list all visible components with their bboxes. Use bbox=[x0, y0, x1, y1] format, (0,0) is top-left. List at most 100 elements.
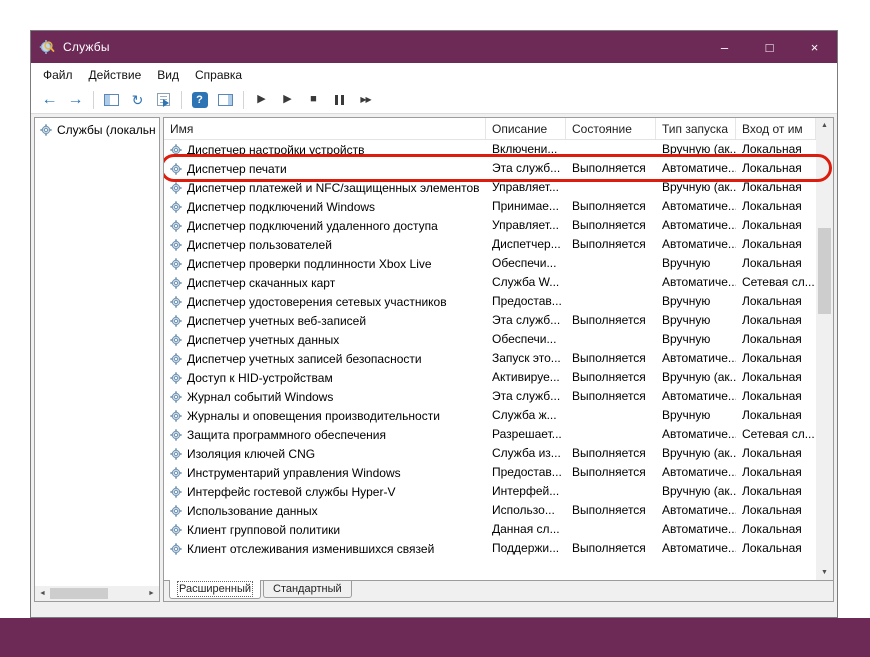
vertical-scrollbar[interactable]: ▲ ▼ bbox=[816, 118, 833, 580]
maximize-button[interactable]: □ bbox=[747, 31, 792, 63]
service-row[interactable]: Клиент отслеживания изменившихся связей … bbox=[164, 539, 816, 558]
service-name-cell[interactable]: Интерфейс гостевой службы Hyper-V bbox=[164, 482, 486, 501]
service-row[interactable]: Диспетчер пользователей Диспетчер... Вып… bbox=[164, 235, 816, 254]
service-name: Инструментарий управления Windows bbox=[187, 465, 401, 480]
taskbar-band[interactable] bbox=[0, 618, 870, 657]
service-name: Защита программного обеспечения bbox=[187, 427, 386, 442]
service-row[interactable]: Диспетчер печати Эта служб... Выполняетс… bbox=[164, 154, 832, 182]
menu-item[interactable]: Справка bbox=[187, 65, 250, 85]
properties-button[interactable] bbox=[213, 88, 238, 111]
service-row[interactable]: Доступ к HID-устройствам Активируе... Вы… bbox=[164, 368, 816, 387]
column-header[interactable]: Тип запуска bbox=[656, 118, 736, 139]
service-name-cell[interactable]: Инструментарий управления Windows bbox=[164, 463, 486, 482]
service-row[interactable]: Диспетчер платежей и NFC/защищенных элем… bbox=[164, 178, 816, 197]
close-button[interactable]: × bbox=[792, 31, 837, 63]
menu-item[interactable]: Действие bbox=[81, 65, 150, 85]
service-row[interactable]: Диспетчер подключений Windows Принимае..… bbox=[164, 197, 816, 216]
service-row[interactable]: Диспетчер подключений удаленного доступа… bbox=[164, 216, 816, 235]
scroll-left-icon[interactable]: ◄ bbox=[35, 586, 50, 601]
service-name-cell[interactable]: Клиент отслеживания изменившихся связей bbox=[164, 539, 486, 558]
service-gear-icon bbox=[170, 352, 182, 365]
service-row[interactable]: Диспетчер учетных веб-записей Эта служб.… bbox=[164, 311, 816, 330]
service-description: Служба W... bbox=[492, 275, 560, 289]
service-description: Предостав... bbox=[492, 294, 562, 308]
service-row[interactable]: Диспетчер удостоверения сетевых участник… bbox=[164, 292, 816, 311]
service-gear-icon bbox=[170, 485, 182, 498]
scrollbar-thumb[interactable] bbox=[50, 588, 109, 599]
service-row[interactable]: Интерфейс гостевой службы Hyper-V Интерф… bbox=[164, 482, 816, 501]
tree-item-services-local[interactable]: Службы (локальн bbox=[35, 121, 159, 139]
show-console-tree-button[interactable] bbox=[99, 88, 124, 111]
service-row[interactable]: Диспетчер настройки устройств Включени..… bbox=[164, 140, 816, 159]
toolbar-separator bbox=[181, 90, 182, 109]
scrollbar-thumb[interactable] bbox=[818, 228, 831, 314]
service-row[interactable]: Изоляция ключей CNG Служба из... Выполня… bbox=[164, 444, 816, 463]
scroll-up-icon[interactable]: ▲ bbox=[816, 118, 833, 133]
service-name-cell[interactable]: Доступ к HID-устройствам bbox=[164, 368, 486, 387]
service-row[interactable]: Диспетчер проверки подлинности Xbox Live… bbox=[164, 254, 816, 273]
service-startup-type: Автоматиче... bbox=[662, 199, 736, 213]
service-name-cell[interactable]: Журнал событий Windows bbox=[164, 387, 486, 406]
service-gear-icon bbox=[170, 504, 182, 517]
refresh-button[interactable]: ↻ bbox=[125, 88, 150, 111]
service-gear-icon bbox=[170, 371, 182, 384]
service-logon-as: Локальная bbox=[742, 142, 802, 156]
menu-item[interactable]: Вид bbox=[149, 65, 187, 85]
back-button[interactable]: ← bbox=[37, 88, 62, 111]
column-header[interactable]: Вход от им bbox=[736, 118, 816, 139]
service-name-cell[interactable]: Клиент групповой политики bbox=[164, 520, 486, 539]
service-row[interactable]: Журнал событий Windows Эта служб... Выпо… bbox=[164, 387, 816, 406]
service-name-cell[interactable]: Диспетчер печати bbox=[164, 159, 486, 178]
service-name-cell[interactable]: Защита программного обеспечения bbox=[164, 425, 486, 444]
service-name-cell[interactable]: Диспетчер учетных данных bbox=[164, 330, 486, 349]
service-name-cell[interactable]: Диспетчер пользователей bbox=[164, 235, 486, 254]
service-name-cell[interactable]: Диспетчер подключений удаленного доступа bbox=[164, 216, 486, 235]
service-name-cell[interactable]: Диспетчер удостоверения сетевых участник… bbox=[164, 292, 486, 311]
scrollbar-track[interactable] bbox=[50, 586, 144, 601]
sidebar-horizontal-scrollbar[interactable]: ◄ ► bbox=[35, 586, 159, 601]
view-tab[interactable]: Стандартный bbox=[263, 581, 352, 598]
resume-service-button[interactable]: ▶ bbox=[275, 88, 300, 111]
scroll-right-icon[interactable]: ► bbox=[144, 586, 159, 601]
service-gear-icon bbox=[170, 523, 182, 536]
service-name-cell[interactable]: Диспетчер учетных записей безопасности bbox=[164, 349, 486, 368]
scroll-down-icon[interactable]: ▼ bbox=[816, 565, 833, 580]
service-name-cell[interactable]: Диспетчер настройки устройств bbox=[164, 140, 486, 159]
service-name-cell[interactable]: Диспетчер проверки подлинности Xbox Live bbox=[164, 254, 486, 273]
service-row[interactable]: Журналы и оповещения производительности … bbox=[164, 406, 816, 425]
view-tab[interactable]: Расширенный bbox=[169, 580, 261, 599]
menu-item[interactable]: Файл bbox=[35, 65, 81, 85]
scrollbar-track[interactable] bbox=[816, 133, 833, 565]
service-row[interactable]: Защита программного обеспечения Разрешае… bbox=[164, 425, 816, 444]
pause-service-button[interactable] bbox=[327, 88, 352, 111]
service-row[interactable]: Клиент групповой политики Данная сл... А… bbox=[164, 520, 816, 539]
service-name-cell[interactable]: Диспетчер подключений Windows bbox=[164, 197, 486, 216]
forward-button[interactable]: → bbox=[63, 88, 88, 111]
service-row[interactable]: Инструментарий управления Windows Предос… bbox=[164, 463, 816, 482]
service-name-cell[interactable]: Диспетчер учетных веб-записей bbox=[164, 311, 486, 330]
service-row[interactable]: Диспетчер учетных данных Обеспечи... Вру… bbox=[164, 330, 816, 349]
service-name-cell[interactable]: Изоляция ключей CNG bbox=[164, 444, 486, 463]
service-gear-icon bbox=[170, 542, 182, 555]
view-tabs: Расширенный Стандартный bbox=[164, 580, 833, 601]
service-description: Включени... bbox=[492, 142, 558, 156]
column-header[interactable]: Описание bbox=[486, 118, 566, 139]
help-button[interactable]: ? bbox=[187, 88, 212, 111]
column-header[interactable]: Имя bbox=[164, 118, 486, 139]
export-list-button[interactable] bbox=[151, 88, 176, 111]
service-startup-type: Вручную (ак... bbox=[662, 370, 736, 384]
service-name-cell[interactable]: Использование данных bbox=[164, 501, 486, 520]
service-startup-type: Вручную bbox=[662, 332, 711, 346]
service-name-cell[interactable]: Журналы и оповещения производительности bbox=[164, 406, 486, 425]
restart-service-button[interactable]: ▶▶ bbox=[353, 88, 378, 111]
service-name-cell[interactable]: Диспетчер платежей и NFC/защищенных элем… bbox=[164, 178, 486, 197]
service-name-cell[interactable]: Диспетчер скачанных карт bbox=[164, 273, 486, 292]
service-row[interactable]: Использование данных Использо... Выполня… bbox=[164, 501, 816, 520]
column-header[interactable]: Состояние bbox=[566, 118, 656, 139]
service-row[interactable]: Диспетчер скачанных карт Служба W... Авт… bbox=[164, 273, 816, 292]
stop-service-button[interactable]: ■ bbox=[301, 88, 326, 111]
start-service-button[interactable]: ▶ bbox=[249, 88, 274, 111]
service-row[interactable]: Диспетчер учетных записей безопасности З… bbox=[164, 349, 816, 368]
minimize-button[interactable]: – bbox=[702, 31, 747, 63]
service-description: Использо... bbox=[492, 503, 555, 517]
